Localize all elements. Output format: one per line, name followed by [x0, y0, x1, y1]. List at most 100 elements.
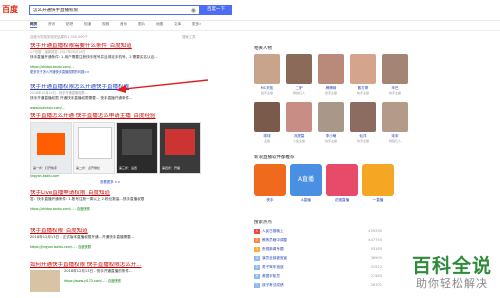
app-icon[interactable]: A直播: [290, 164, 322, 196]
result-3-url[interactable]: jingyan.baidu.com: [30, 174, 59, 179]
tab-music[interactable]: 音乐: [120, 22, 127, 27]
app-icon[interactable]: [326, 164, 358, 196]
apps-heading: 新浪直播软件都推荐: [254, 155, 295, 160]
search-query: 怎么开通快手直播权限: [33, 8, 78, 13]
hot-text[interactable]: 美国宇航员: [262, 274, 280, 278]
hot-item[interactable]: 7 孩子考试成绩 26701: [254, 282, 382, 289]
app-name[interactable]: 一直播: [365, 198, 391, 203]
hot-text[interactable]: 人民日报晚上: [262, 229, 284, 233]
baidu-logo[interactable]: 百度: [2, 4, 26, 16]
people-heading: 相关人物: [254, 46, 272, 51]
person-avatar[interactable]: [286, 54, 312, 84]
hot-item[interactable]: 3 央视新闻专题 43185: [254, 246, 382, 253]
result-1-title[interactable]: 快手开通直播权限需要什么条件_百度知道: [30, 43, 230, 50]
result-4-title[interactable]: 快手Live直播申请权限_百度知道: [30, 190, 230, 197]
hot-rank: 7: [254, 283, 260, 288]
hot-count: 27480: [370, 274, 382, 278]
person-subtitle: 快手主播: [324, 91, 337, 95]
hot-item[interactable]: 2 教练员暗中调整 447755: [254, 237, 382, 244]
result-6-snippet: 2018年12月13日 - 快手开通直播的条件...: [64, 269, 133, 273]
person-subtitle: 快手主播: [324, 139, 337, 143]
person-subtitle: 快手主播: [388, 91, 401, 95]
search-input[interactable]: 怎么开通快手直播权限 ◉: [29, 5, 200, 15]
hot-count: 459290: [368, 229, 382, 233]
person-subtitle: 快手主播: [356, 139, 369, 143]
person-subtitle: 网络红人: [388, 139, 401, 143]
result-6-title[interactable]: 如何开通快手直播权限 快手直播权限怎么开...: [30, 262, 230, 269]
hot-text[interactable]: 男子驾车追逐: [262, 265, 284, 269]
person-subtitle: 主播: [263, 139, 270, 143]
app-icon[interactable]: [254, 164, 286, 196]
hot-rank: 4: [254, 256, 260, 261]
tab-zhidao[interactable]: 知道: [84, 22, 91, 27]
result-3-more[interactable]: 查看更多 >>: [100, 180, 120, 185]
hot-item[interactable]: 5 男子驾车追逐 31522: [254, 264, 382, 271]
hot-rank: 1: [254, 229, 260, 234]
result-6: 如何开通快手直播权限 快手直播权限怎么开... 2018年12月13日 - 快手…: [30, 262, 230, 292]
hot-item[interactable]: 6 美国宇航员 27480: [254, 273, 382, 280]
result-6-thumb[interactable]: [30, 270, 60, 292]
result-1-snippet: 快手直播开通条件: 1.用户需要注册快手账号并且绑定手机号。2.需要实名认证..…: [30, 55, 158, 59]
hot-rank: 2: [254, 238, 260, 243]
person-avatar[interactable]: [286, 102, 312, 132]
person-subtitle: 斗鱼主播: [292, 139, 305, 143]
result-1-sub[interactable]: 更多关于怎么开通快手直播权限的问题>>: [30, 70, 230, 75]
camera-icon[interactable]: ◉: [191, 7, 196, 14]
person-subtitle: 快手主播: [356, 91, 369, 95]
hot-rank: 5: [254, 265, 260, 270]
search-tabs: 网页 资讯 贴吧 知道 视频 音乐 图片 地图 文库 更多»: [0, 20, 500, 31]
hot-text[interactable]: 演员全部被官宣: [262, 256, 287, 260]
tab-news[interactable]: 资讯: [48, 22, 55, 27]
result-3-title[interactable]: 快手直播怎么开通 快手直播怎么申请主播_百度经验: [30, 113, 230, 120]
watermark-line2: 助你轻松解决: [415, 277, 488, 290]
tab-more[interactable]: 更多»: [192, 22, 201, 27]
result-3: 快手直播怎么开通 快手直播怎么申请主播_百度经验: [30, 113, 230, 120]
tab-web[interactable]: 网页: [30, 22, 38, 28]
hot-text[interactable]: 孩子考试成绩: [262, 283, 284, 287]
watermark: 百科全说 助你轻松解决: [412, 255, 492, 290]
app-name[interactable]: 快手: [257, 198, 283, 203]
person-avatar[interactable]: [318, 54, 344, 84]
result-5-title[interactable]: 快手直播权限_百度知道: [30, 228, 230, 235]
result-5-snippet: 2018年12月13日 - 正式版本直播权限开通...开通快手直播需要...: [30, 235, 135, 239]
app-icon[interactable]: [362, 164, 394, 196]
tab-video[interactable]: 视频: [102, 22, 109, 27]
hot-count: 31522: [370, 265, 382, 269]
person-subtitle: 网络红人: [292, 91, 305, 95]
person-avatar[interactable]: [382, 54, 408, 84]
hot-item[interactable]: 4 演员全部被官宣 36905: [254, 255, 382, 262]
hot-text[interactable]: 教练员暗中调整: [262, 238, 287, 242]
result-5-url[interactable]: https://jingyan.baidu.com/... - 百度快照: [30, 245, 230, 250]
person-avatar[interactable]: [254, 102, 280, 132]
hot-text[interactable]: 央视新闻专题: [262, 247, 284, 251]
hot-count: 26701: [370, 283, 382, 287]
person-avatar[interactable]: [350, 102, 376, 132]
video-thumb-4[interactable]: 第四步：开播: [159, 122, 201, 174]
header: 百度 怎么开通快手直播权限 ◉ 百度一下: [0, 0, 500, 21]
result-4-snippet: 答：快手直播开通条件: 1.账号注册一周以上 2.粉丝数量...快手直播权限: [30, 197, 145, 201]
person-avatar[interactable]: [382, 102, 408, 132]
tab-images[interactable]: 图片: [138, 22, 145, 27]
result-5: 快手直播权限_百度知道 2018年12月13日 - 正式版本直播权限开通...开…: [30, 228, 230, 250]
search-tools-link[interactable]: 搜索工具: [182, 35, 196, 40]
person-avatar[interactable]: [350, 54, 376, 84]
video-thumb-2[interactable]: 第二步：点开侧栏: [73, 122, 115, 174]
result-4-url[interactable]: https://zhidao.baidu.com/... - 百度快照: [30, 207, 230, 212]
tab-tieba[interactable]: 贴吧: [66, 22, 73, 27]
hot-count: 36905: [370, 256, 382, 260]
result-2-url[interactable]: www.kuaishou.com/...: [30, 106, 230, 111]
person-avatar[interactable]: [318, 102, 344, 132]
tab-map[interactable]: 地图: [156, 22, 163, 27]
result-2-snippet: 快手开通直播权限 开通快手直播权限需要... 快手直播开通条件...: [30, 96, 133, 100]
person-avatar[interactable]: [254, 54, 280, 84]
hot-item[interactable]: 1 人民日报晚上 459290: [254, 228, 382, 235]
video-thumb-3[interactable]: 第三步：设置: [116, 122, 158, 174]
result-6-url[interactable]: https://www.yi173.com/... - 百度快照: [64, 279, 230, 284]
video-thumb-1[interactable]: 第一步：打开快手: [30, 122, 72, 174]
result-1: 快手开通直播权限需要什么条件_百度知道 1个回答 - 最新回答: 2017年05…: [30, 43, 230, 75]
person-subtitle: 快手主播: [260, 91, 273, 95]
app-name[interactable]: 花椒直播: [329, 198, 355, 203]
app-name[interactable]: A直播: [293, 198, 319, 203]
tab-wenku[interactable]: 文库: [174, 22, 181, 27]
search-button[interactable]: 百度一下: [200, 5, 232, 15]
